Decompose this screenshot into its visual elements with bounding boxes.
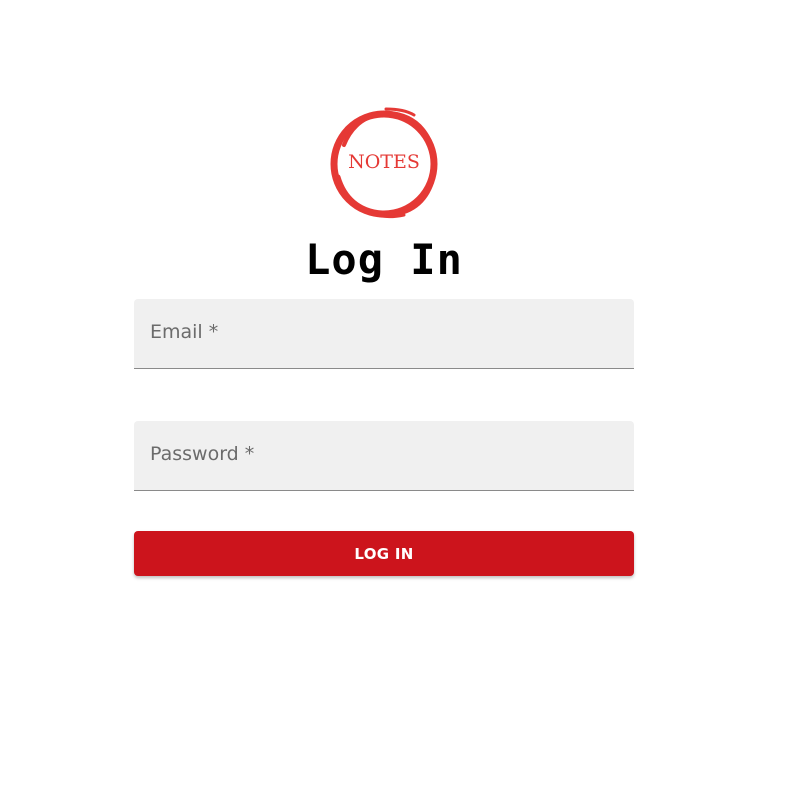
password-field[interactable]: Password *: [134, 421, 634, 491]
notes-logo: NOTES: [326, 105, 442, 223]
logo-text: NOTES: [348, 151, 420, 173]
login-button[interactable]: LOG IN: [134, 531, 634, 576]
email-input[interactable]: [134, 299, 634, 368]
login-page: NOTES Log In Email * Password * LOG IN: [0, 0, 794, 798]
email-field[interactable]: Email *: [134, 299, 634, 369]
password-input[interactable]: [134, 421, 634, 490]
page-title: Log In: [305, 235, 463, 284]
